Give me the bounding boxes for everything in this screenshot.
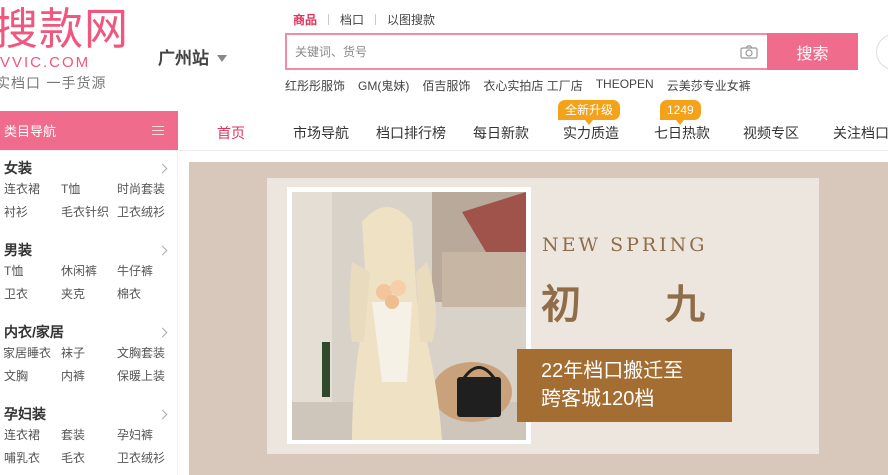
user-avatar-icon[interactable] (876, 34, 888, 70)
category-group: 男装 T恤 休闲裤 牛仔裤 卫衣 夹克 棉衣 (4, 240, 170, 306)
category-link[interactable]: 保暖上装 (117, 365, 165, 388)
category-link[interactable]: 套装 (61, 424, 85, 447)
city-name: 广州站 (158, 49, 209, 68)
main-nav: 首页 市场导航 档口排行榜 每日新款 实力质造 全新升级 七日热款 1249 视… (190, 100, 888, 150)
banner-notice-line1: 22年档口搬迁至 (541, 360, 684, 382)
category-nav-header[interactable]: 类目导航 (0, 111, 178, 150)
category-row: 连衣裙 套装 孕妇裤 (4, 424, 170, 447)
nav-weekly-hot[interactable]: 七日热款 (654, 123, 710, 143)
hot-keyword-link[interactable]: 红彤彤服饰 (285, 77, 345, 94)
nav-quality[interactable]: 实力质造 (563, 123, 619, 143)
banner-cn-title: 初九 (541, 281, 789, 328)
tab-divider (328, 14, 330, 25)
category-link[interactable]: T恤 (61, 178, 80, 201)
nav-home[interactable]: 首页 (217, 123, 245, 143)
category-link[interactable]: 牛仔裤 (117, 260, 153, 283)
hot-keyword-link[interactable]: 佰吉服饰 (422, 77, 470, 94)
category-link[interactable]: 连衣裙 (4, 424, 40, 447)
category-link[interactable]: 休闲裤 (61, 260, 97, 283)
logo-slogan: 实档口 一手货源 (0, 76, 107, 92)
hot-keyword-link[interactable]: 云美莎专业女裤 (667, 77, 751, 94)
category-row: 哺乳衣 毛衣 卫衣绒衫 (4, 447, 170, 470)
camera-icon[interactable] (731, 35, 767, 68)
tab-divider (375, 14, 377, 25)
category-nav-title: 类目导航 (4, 124, 57, 139)
category-group: 孕妇装 连衣裙 套装 孕妇裤 哺乳衣 毛衣 卫衣绒衫 (4, 404, 170, 470)
category-group: 女装 连衣裙 T恤 时尚套装 衬衫 毛衣针织 卫衣绒衫 (4, 158, 170, 224)
category-title[interactable]: 男装 (4, 240, 170, 260)
category-link[interactable]: 衬衫 (4, 201, 28, 224)
search-bar: 搜索 (285, 33, 858, 70)
category-row: T恤 休闲裤 牛仔裤 (4, 260, 170, 283)
category-link[interactable]: 家居睡衣 (3, 342, 51, 365)
nav-follow-stalls[interactable]: 关注档口 (833, 123, 888, 143)
category-link[interactable]: 哺乳衣 (4, 447, 40, 470)
nav-badge-count: 1249 (660, 100, 701, 125)
category-row: 家居睡衣 袜子 文胸套装 (3, 342, 170, 365)
category-row: 卫衣 夹克 棉衣 (4, 283, 170, 306)
category-link[interactable]: 文胸 (4, 365, 28, 388)
nav-video-zone[interactable]: 视频专区 (743, 123, 799, 143)
menu-icon (152, 126, 164, 135)
banner-eng-title: NEW SPRING (542, 234, 708, 256)
hot-keyword-link[interactable]: GM(鬼妹) (358, 77, 409, 94)
chevron-right-icon (157, 163, 168, 173)
category-link[interactable]: 孕妇裤 (117, 424, 153, 447)
chevron-right-icon (157, 245, 168, 255)
category-link[interactable]: 袜子 (61, 342, 85, 365)
category-title[interactable]: 内衣/家居 (4, 322, 170, 342)
chevron-right-icon (157, 409, 168, 419)
category-row: 连衣裙 T恤 时尚套装 (4, 178, 170, 201)
hot-keywords: 红彤彤服饰 GM(鬼妹) 佰吉服饰 衣心实拍店 工厂店 THEOPEN 云美莎专… (285, 77, 751, 94)
category-link[interactable]: 卫衣绒衫 (117, 447, 165, 470)
hot-keyword-link[interactable]: 衣心实拍店 工厂店 (483, 77, 582, 94)
nav-market-guide[interactable]: 市场导航 (293, 123, 349, 143)
category-link[interactable]: 文胸套装 (117, 342, 165, 365)
search-tab-goods[interactable]: 商品 (293, 11, 317, 28)
category-link[interactable]: 连衣裙 (4, 178, 40, 201)
category-group: 内衣/家居 家居睡衣 袜子 文胸套装 文胸 内裤 保暖上装 (3, 322, 170, 388)
category-title[interactable]: 女装 (4, 158, 170, 178)
category-link[interactable]: 毛衣针织 (61, 201, 109, 224)
category-link[interactable]: 棉衣 (117, 283, 141, 306)
category-sidebar: 女装 连衣裙 T恤 时尚套装 衬衫 毛衣针织 卫衣绒衫 男装 T恤 休闲裤 牛仔… (0, 151, 178, 475)
chevron-right-icon (157, 327, 168, 337)
category-row: 衬衫 毛衣针织 卫衣绒衫 (4, 201, 170, 224)
site-logo[interactable]: 搜款网 VVIC.COM 实档口 一手货源 (0, 6, 134, 96)
logo-domain: VVIC.COM (0, 54, 91, 71)
category-link[interactable]: 卫衣绒衫 (117, 201, 165, 224)
category-link[interactable]: 内裤 (61, 365, 85, 388)
search-tab-stall[interactable]: 档口 (340, 11, 364, 28)
search-type-tabs: 商品 档口 以图搜款 (293, 11, 435, 28)
category-link[interactable]: T恤 (4, 260, 23, 283)
logo-text: 搜款网 (0, 4, 129, 55)
category-row: 文胸 内裤 保暖上装 (4, 365, 170, 388)
category-link[interactable]: 夹克 (61, 283, 85, 306)
search-input[interactable] (287, 35, 731, 68)
banner-notice-line2: 跨客城120档 (541, 388, 655, 410)
nav-daily-new[interactable]: 每日新款 (473, 123, 529, 143)
category-link[interactable]: 卫衣 (4, 283, 28, 306)
category-title[interactable]: 孕妇装 (4, 404, 170, 424)
nav-stall-ranking[interactable]: 档口排行榜 (376, 123, 446, 143)
search-button[interactable]: 搜索 (767, 33, 858, 70)
chevron-down-icon (217, 54, 227, 62)
city-selector[interactable]: 广州站 (158, 44, 227, 69)
category-link[interactable]: 毛衣 (61, 447, 85, 470)
hot-keyword-link[interactable]: THEOPEN (596, 77, 654, 94)
search-tab-image[interactable]: 以图搜款 (387, 11, 435, 28)
nav-badge-upgrade: 全新升级 (558, 100, 621, 125)
banner-photo (292, 192, 526, 440)
category-link[interactable]: 时尚套装 (117, 178, 165, 201)
banner-notice: 22年档口搬迁至 跨客城120档 (517, 349, 732, 422)
